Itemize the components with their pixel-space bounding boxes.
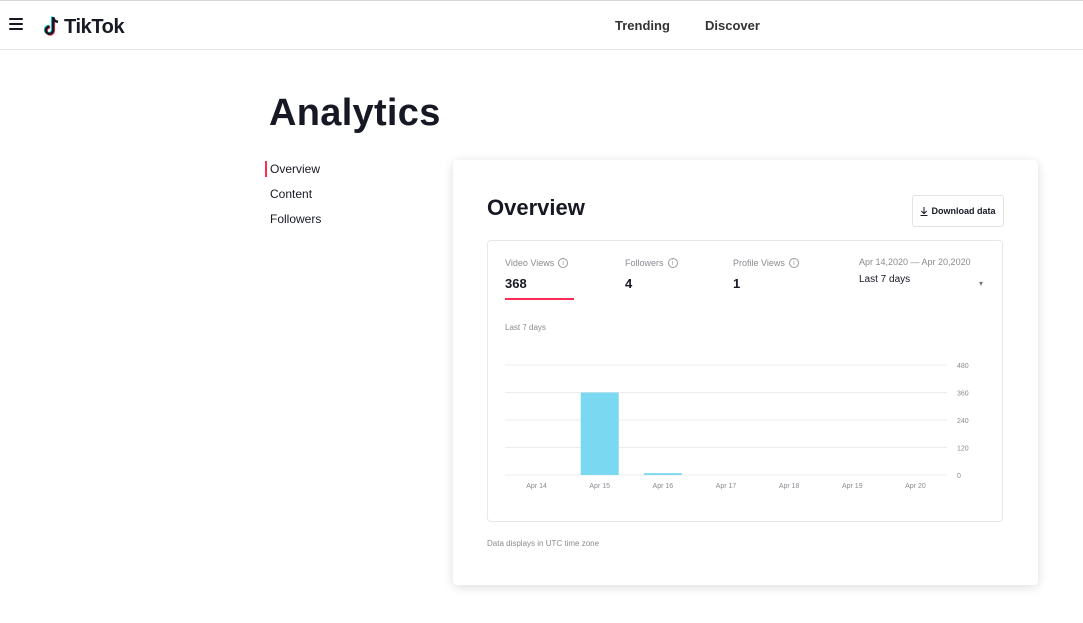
chart-bar [580,392,619,475]
metric-label: Video Views [505,258,555,268]
chart-caption: Last 7 days [505,323,546,332]
metric-label: Profile Views [733,258,785,268]
download-data-button[interactable]: Download data [912,195,1004,227]
info-icon[interactable]: i [558,258,569,268]
x-tick-label: Apr 18 [779,483,800,490]
sidebar-item-overview[interactable]: Overview [265,160,321,185]
caret-down-icon: ▾ [978,279,983,288]
date-range-dates: Apr 14,2020 — Apr 20,2020 [859,257,971,267]
overview-card: Overview Download data Video Views i 368 … [453,160,1038,585]
nav-link-trending[interactable]: Trending [615,18,670,33]
x-tick-label: Apr 19 [842,483,863,490]
nav-link-discover[interactable]: Discover [705,18,760,33]
metric-profile-views[interactable]: Profile Views i 1 [733,258,799,291]
download-arrow-icon [920,206,928,216]
metric-value: 368 [505,276,527,291]
metric-value: 1 [733,276,741,291]
sidebar-item-content[interactable]: Content [265,185,321,210]
x-tick-label: Apr 15 [589,483,610,490]
tiktok-note-icon [44,16,59,36]
info-icon[interactable]: i [788,258,799,268]
chart-bar [643,473,682,475]
date-range-dropdown[interactable]: Apr 14,2020 — Apr 20,2020 Last 7 days ▾ [859,257,983,288]
hamburger-menu-icon[interactable] [9,18,23,30]
metric-value: 4 [625,276,633,291]
brand-name: TikTok [64,15,125,38]
sidebar-item-followers[interactable]: Followers [265,210,321,235]
card-title: Overview [487,195,585,220]
date-range-selected: Last 7 days [859,274,911,285]
x-tick-label: Apr 20 [905,483,926,490]
info-icon[interactable]: i [667,258,678,268]
x-tick-label: Apr 14 [526,483,547,490]
video-views-bar-chart: 0 120 240 360 480 Apr 14 Apr 15 Apr 16 Apr 17 Apr… [505,363,969,490]
x-tick-label: Apr 16 [653,483,674,490]
page-title: Analytics [269,92,441,134]
metric-followers[interactable]: Followers i 4 [625,258,678,291]
y-tick-label: 0 [957,473,961,480]
y-tick-label: 360 [957,391,969,398]
x-tick-label: Apr 17 [716,483,737,490]
y-tick-label: 120 [957,446,969,453]
y-tick-label: 480 [957,363,969,370]
download-data-label: Download data [931,206,996,216]
analytics-sidebar: Overview Content Followers [265,160,321,235]
metric-video-views[interactable]: Video Views i 368 [505,258,574,300]
metric-label: Followers [625,258,664,268]
y-tick-label: 240 [957,418,969,425]
timezone-footnote: Data displays in UTC time zone [487,539,600,548]
metrics-panel: Video Views i 368 Followers i 4 Profile Vi… [487,240,1003,522]
top-nav-bar: TikTok Trending Discover [0,0,1083,50]
tiktok-logo[interactable]: TikTok [44,15,125,39]
